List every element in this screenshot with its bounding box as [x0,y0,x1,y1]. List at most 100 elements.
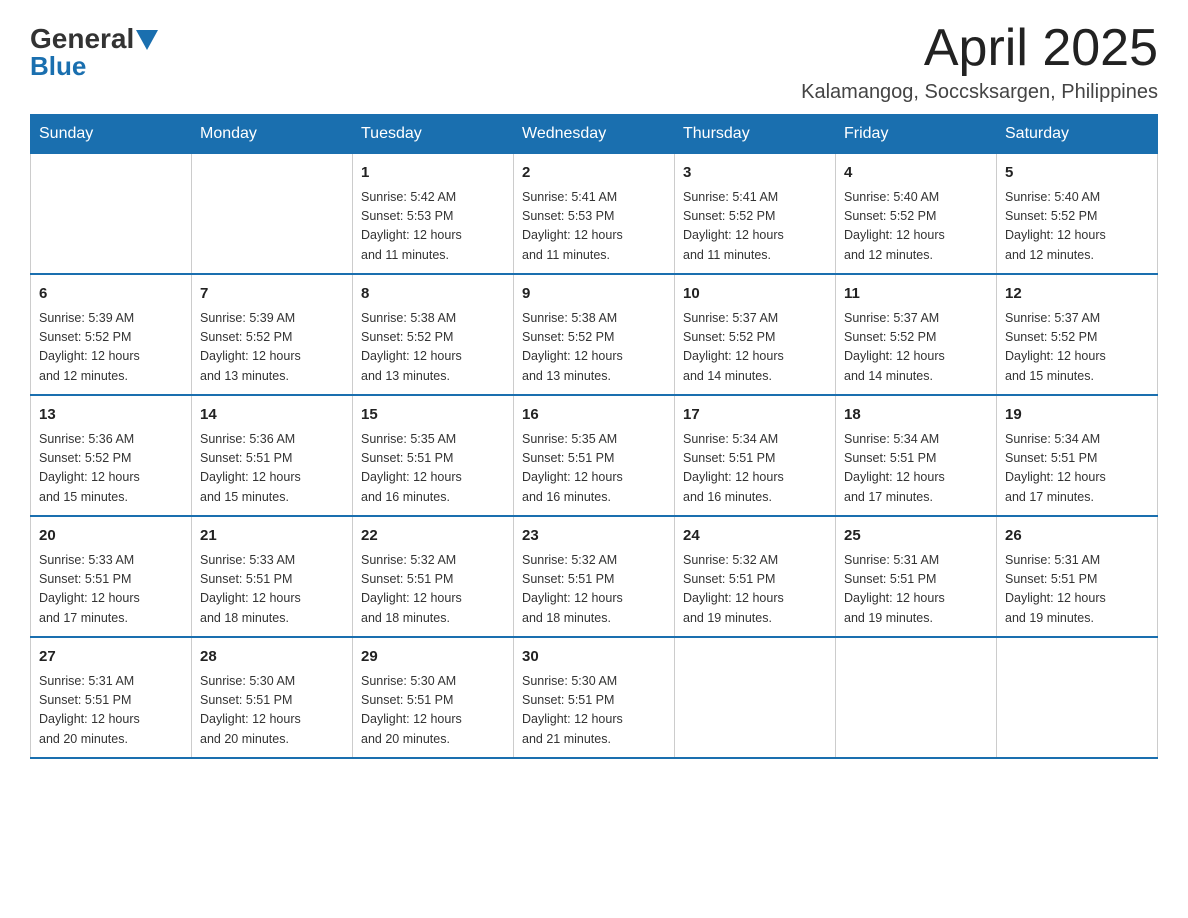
table-row: 17 Sunrise: 5:34 AMSunset: 5:51 PMDayligh… [675,395,836,516]
col-monday: Monday [192,115,353,154]
day-number: 5 [1005,162,1149,185]
day-number: 1 [361,162,505,185]
day-info: Sunrise: 5:38 AMSunset: 5:52 PMDaylight:… [361,309,505,387]
table-row: 14 Sunrise: 5:36 AMSunset: 5:51 PMDayligh… [192,395,353,516]
table-row: 23 Sunrise: 5:32 AMSunset: 5:51 PMDayligh… [514,516,675,637]
table-row: 20Sunrise: 5:33 AMSunset: 5:51 PMDayligh… [31,516,192,637]
table-row: 4 Sunrise: 5:40 AMSunset: 5:52 PMDaylight… [836,154,997,275]
table-row: 8 Sunrise: 5:38 AMSunset: 5:52 PMDaylight… [353,274,514,395]
calendar-week-row: 1Sunrise: 5:42 AMSunset: 5:53 PMDaylight… [31,154,1158,275]
day-number: 15 [361,404,505,427]
day-info: Sunrise: 5:35 AMSunset: 5:51 PMDaylight:… [361,430,505,508]
day-number: 25 [844,525,988,548]
day-info: Sunrise: 5:30 AMSunset: 5:51 PMDaylight:… [361,672,505,750]
day-info: Sunrise: 5:34 AMSunset: 5:51 PMDaylight:… [683,430,827,508]
table-row: 27Sunrise: 5:31 AMSunset: 5:51 PMDayligh… [31,637,192,758]
day-info: Sunrise: 5:40 AMSunset: 5:52 PMDaylight:… [1005,188,1149,266]
day-number: 22 [361,525,505,548]
table-row [836,637,997,758]
table-row [997,637,1158,758]
logo-general-text: General [30,25,134,53]
day-number: 4 [844,162,988,185]
month-year-title: April 2025 [801,20,1158,77]
table-row: 18Sunrise: 5:34 AMSunset: 5:51 PMDayligh… [836,395,997,516]
calendar-week-row: 13Sunrise: 5:36 AMSunset: 5:52 PMDayligh… [31,395,1158,516]
table-row: 7 Sunrise: 5:39 AMSunset: 5:52 PMDaylight… [192,274,353,395]
day-info: Sunrise: 5:41 AMSunset: 5:52 PMDaylight:… [683,188,827,266]
day-info: Sunrise: 5:32 AMSunset: 5:51 PMDaylight:… [683,551,827,629]
col-sunday: Sunday [31,115,192,154]
day-number: 13 [39,404,183,427]
table-row: 25 Sunrise: 5:31 AMSunset: 5:51 PMDayligh… [836,516,997,637]
day-info: Sunrise: 5:39 AMSunset: 5:52 PMDaylight:… [39,309,183,387]
col-wednesday: Wednesday [514,115,675,154]
day-number: 9 [522,283,666,306]
day-info: Sunrise: 5:31 AMSunset: 5:51 PMDaylight:… [844,551,988,629]
day-number: 26 [1005,525,1149,548]
calendar-week-row: 6 Sunrise: 5:39 AMSunset: 5:52 PMDaylight… [31,274,1158,395]
col-saturday: Saturday [997,115,1158,154]
day-number: 14 [200,404,344,427]
table-row: 11 Sunrise: 5:37 AMSunset: 5:52 PMDayligh… [836,274,997,395]
day-number: 3 [683,162,827,185]
day-info: Sunrise: 5:31 AMSunset: 5:51 PMDaylight:… [1005,551,1149,629]
day-info: Sunrise: 5:34 AMSunset: 5:51 PMDaylight:… [1005,430,1149,508]
table-row: 16Sunrise: 5:35 AMSunset: 5:51 PMDayligh… [514,395,675,516]
table-row [192,154,353,275]
table-row: 22 Sunrise: 5:32 AMSunset: 5:51 PMDayligh… [353,516,514,637]
day-info: Sunrise: 5:40 AMSunset: 5:52 PMDaylight:… [844,188,988,266]
calendar-header-row: Sunday Monday Tuesday Wednesday Thursday… [31,115,1158,154]
table-row: 15 Sunrise: 5:35 AMSunset: 5:51 PMDayligh… [353,395,514,516]
day-info: Sunrise: 5:30 AMSunset: 5:51 PMDaylight:… [200,672,344,750]
day-info: Sunrise: 5:39 AMSunset: 5:52 PMDaylight:… [200,309,344,387]
calendar-week-row: 27Sunrise: 5:31 AMSunset: 5:51 PMDayligh… [31,637,1158,758]
day-number: 30 [522,646,666,669]
day-number: 2 [522,162,666,185]
logo-triangle-icon [136,30,158,50]
table-row: 26 Sunrise: 5:31 AMSunset: 5:51 PMDayligh… [997,516,1158,637]
table-row: 21 Sunrise: 5:33 AMSunset: 5:51 PMDayligh… [192,516,353,637]
calendar-week-row: 20Sunrise: 5:33 AMSunset: 5:51 PMDayligh… [31,516,1158,637]
day-number: 19 [1005,404,1149,427]
table-row: 13Sunrise: 5:36 AMSunset: 5:52 PMDayligh… [31,395,192,516]
day-info: Sunrise: 5:35 AMSunset: 5:51 PMDaylight:… [522,430,666,508]
day-info: Sunrise: 5:32 AMSunset: 5:51 PMDaylight:… [522,551,666,629]
day-info: Sunrise: 5:37 AMSunset: 5:52 PMDaylight:… [844,309,988,387]
table-row: 19 Sunrise: 5:34 AMSunset: 5:51 PMDayligh… [997,395,1158,516]
table-row: 6 Sunrise: 5:39 AMSunset: 5:52 PMDaylight… [31,274,192,395]
day-number: 12 [1005,283,1149,306]
day-info: Sunrise: 5:37 AMSunset: 5:52 PMDaylight:… [1005,309,1149,387]
day-info: Sunrise: 5:36 AMSunset: 5:51 PMDaylight:… [200,430,344,508]
day-number: 8 [361,283,505,306]
day-number: 10 [683,283,827,306]
logo: General Blue [30,20,158,82]
location-subtitle: Kalamangog, Soccsksargen, Philippines [801,81,1158,104]
day-number: 6 [39,283,183,306]
day-number: 17 [683,404,827,427]
table-row: 5 Sunrise: 5:40 AMSunset: 5:52 PMDaylight… [997,154,1158,275]
table-row: 1Sunrise: 5:42 AMSunset: 5:53 PMDaylight… [353,154,514,275]
day-info: Sunrise: 5:37 AMSunset: 5:52 PMDaylight:… [683,309,827,387]
day-info: Sunrise: 5:34 AMSunset: 5:51 PMDaylight:… [844,430,988,508]
calendar-table: Sunday Monday Tuesday Wednesday Thursday… [30,114,1158,759]
col-friday: Friday [836,115,997,154]
day-info: Sunrise: 5:32 AMSunset: 5:51 PMDaylight:… [361,551,505,629]
table-row: 30 Sunrise: 5:30 AMSunset: 5:51 PMDayligh… [514,637,675,758]
day-number: 23 [522,525,666,548]
day-info: Sunrise: 5:33 AMSunset: 5:51 PMDaylight:… [200,551,344,629]
table-row: 10 Sunrise: 5:37 AMSunset: 5:52 PMDayligh… [675,274,836,395]
day-number: 29 [361,646,505,669]
day-number: 21 [200,525,344,548]
day-info: Sunrise: 5:31 AMSunset: 5:51 PMDaylight:… [39,672,183,750]
day-number: 7 [200,283,344,306]
day-info: Sunrise: 5:30 AMSunset: 5:51 PMDaylight:… [522,672,666,750]
title-block: April 2025 Kalamangog, Soccsksargen, Phi… [801,20,1158,104]
day-info: Sunrise: 5:38 AMSunset: 5:52 PMDaylight:… [522,309,666,387]
day-info: Sunrise: 5:41 AMSunset: 5:53 PMDaylight:… [522,188,666,266]
col-tuesday: Tuesday [353,115,514,154]
day-info: Sunrise: 5:33 AMSunset: 5:51 PMDaylight:… [39,551,183,629]
day-number: 11 [844,283,988,306]
table-row: 24Sunrise: 5:32 AMSunset: 5:51 PMDayligh… [675,516,836,637]
logo-blue-text: Blue [30,51,86,82]
table-row: 12 Sunrise: 5:37 AMSunset: 5:52 PMDayligh… [997,274,1158,395]
